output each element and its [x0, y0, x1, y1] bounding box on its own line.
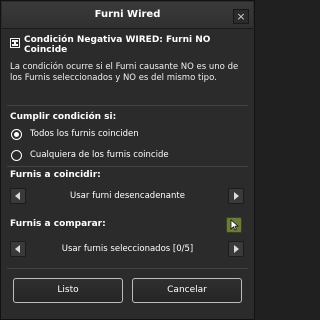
furni-match-label: Furnis a coincidir:	[10, 170, 101, 180]
radio-any-match[interactable]: Cualquiera de los furnis coincide	[11, 148, 169, 162]
furni-compare-value: Usar furnis seleccionados [0/5]	[61, 244, 194, 254]
radio-label: Cualquiera de los furnis coincide	[30, 149, 169, 160]
condition-label: Cumplir condición si:	[10, 112, 117, 122]
condition-title: Condición Negativa WIRED: Furni NO Coinc…	[24, 35, 211, 55]
furni-compare-label: Furnis a comparar:	[10, 219, 106, 229]
ok-button[interactable]: Listo	[13, 278, 123, 303]
pick-furni-icon[interactable]	[226, 217, 242, 233]
furni-match-value: Usar furni desencadenante	[70, 191, 185, 201]
divider	[7, 268, 248, 269]
arrow-left-icon[interactable]	[10, 188, 26, 204]
condition-description: La condición ocurre si el Furni causante…	[10, 62, 239, 83]
close-icon[interactable]: ×	[233, 9, 249, 24]
arrow-right-icon[interactable]	[228, 188, 244, 204]
window-title: Furni Wired	[94, 9, 161, 20]
divider	[7, 166, 248, 167]
furni-compare-selector: Usar furnis seleccionados [0/5]	[10, 241, 245, 259]
radio-label: Todos los furnis coinciden	[30, 128, 139, 139]
wired-condition-icon	[10, 38, 20, 48]
divider	[7, 105, 248, 106]
radio-all-match[interactable]: Todos los furnis coinciden	[11, 127, 139, 141]
arrow-left-icon[interactable]	[10, 241, 26, 257]
radio-icon[interactable]	[11, 149, 22, 161]
title-bar[interactable]: Furni Wired ×	[2, 2, 253, 29]
furni-match-selector: Usar furni desencadenante	[10, 188, 245, 206]
arrow-right-icon[interactable]	[228, 241, 244, 257]
radio-icon[interactable]	[11, 128, 22, 140]
cancel-button[interactable]: Cancelar	[132, 278, 242, 303]
